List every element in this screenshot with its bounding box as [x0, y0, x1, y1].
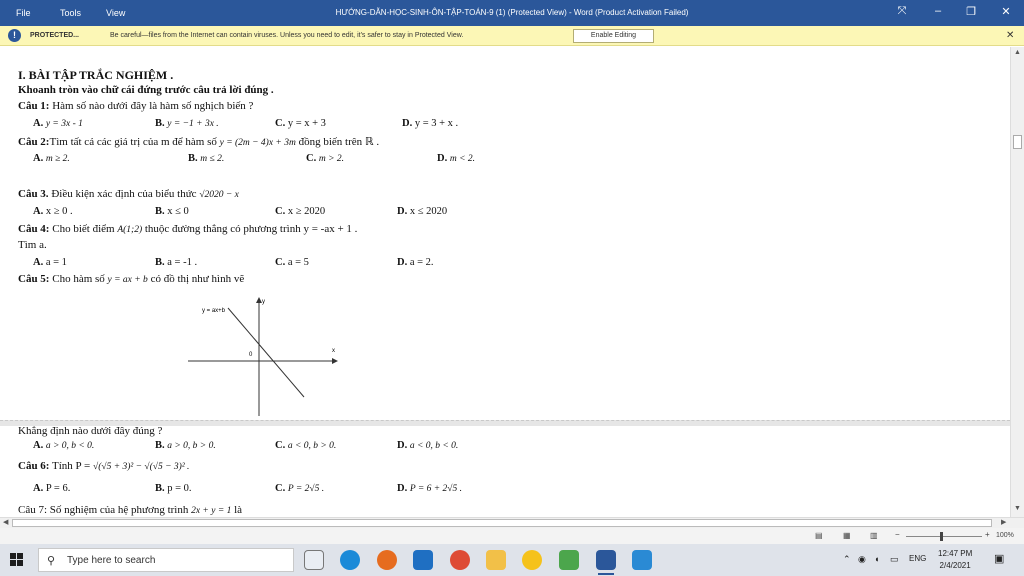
- q3-option-c: C. x ≥ 2020: [275, 206, 326, 217]
- q2-option-d: D. m < 2.: [437, 153, 475, 164]
- web-layout-icon[interactable]: ▥: [870, 531, 878, 540]
- windows-start-icon[interactable]: [10, 553, 24, 567]
- question-7: Câu 7: Số nghiệm của hệ phương trình 2x …: [18, 504, 243, 516]
- q1-option-a: A. y = 3x - 1: [33, 118, 83, 129]
- window-title: HƯỚNG-DẪN-HỌC-SINH-ÔN-TẬP-TOÁN-9 (1) (Pr…: [335, 8, 689, 17]
- question-3: Câu 3. Điều kiện xác định của biểu thức …: [18, 188, 239, 200]
- protected-label: PROTECTED...: [30, 32, 80, 39]
- instruction: Khoanh tròn vào chữ cái đứng trước câu t…: [18, 84, 274, 96]
- q4-option-b: B. a = -1 .: [155, 257, 198, 268]
- shield-icon: !: [8, 29, 21, 42]
- question-6: Câu 6: Tính P = √(√5 + 3)² − √(√5 − 3)² …: [18, 460, 190, 472]
- graph-y-label: y: [262, 299, 265, 305]
- close-bar-icon[interactable]: ✕: [1006, 30, 1014, 41]
- chrome-icon[interactable]: [450, 550, 470, 570]
- q1-option-b: B. y = −1 + 3x .: [155, 118, 219, 129]
- q1-option-d: D. y = 3 + x .: [402, 118, 459, 129]
- show-hidden-icons-icon[interactable]: ⌃: [843, 554, 851, 565]
- zoom-slider-knob[interactable]: [940, 532, 943, 541]
- chat-app-icon[interactable]: [522, 550, 542, 570]
- graph-x-label: x: [332, 348, 335, 354]
- photos-icon[interactable]: [632, 550, 652, 570]
- function-graph: y = ax+b x y 0: [188, 297, 338, 416]
- document-page[interactable]: I. BÀI TẬP TRẮC NGHIỆM . Khoanh tròn vào…: [0, 47, 1010, 517]
- scroll-left-icon[interactable]: ◀: [3, 518, 8, 526]
- q3-option-d: D. x ≤ 2020: [397, 206, 448, 217]
- clock-date: 2/4/2021: [939, 561, 971, 570]
- q2-option-c: C. m > 2.: [306, 153, 344, 164]
- q5-option-a: A. a > 0, b < 0.: [33, 440, 95, 451]
- edge-icon[interactable]: [340, 550, 360, 570]
- search-placeholder: Type here to search: [67, 555, 156, 566]
- mail-icon[interactable]: [413, 550, 433, 570]
- file-explorer-icon[interactable]: [486, 550, 506, 570]
- clock-time: 12:47 PM: [938, 549, 973, 558]
- q6-option-a: A. P = 6.: [33, 483, 71, 494]
- question-2: Câu 2:Tìm tất cả các giá trị của m để hà…: [18, 136, 380, 148]
- task-view-icon[interactable]: [304, 550, 324, 570]
- close-icon[interactable]: ✕: [997, 5, 1015, 18]
- q6-option-d: D. P = 6 + 2√5 .: [397, 483, 463, 494]
- scroll-down-icon[interactable]: ▼: [1014, 505, 1021, 512]
- graph-x-arrow: [332, 358, 338, 364]
- scroll-up-icon[interactable]: ▲: [1014, 49, 1021, 56]
- q4-option-d: D. a = 2.: [397, 257, 434, 268]
- print-layout-icon[interactable]: ▦: [843, 531, 851, 540]
- enable-editing-button[interactable]: Enable Editing: [573, 29, 654, 43]
- search-icon: ⚲: [47, 555, 56, 567]
- notifications-icon[interactable]: ▣: [994, 552, 1004, 565]
- zoom-slider[interactable]: [906, 536, 982, 537]
- zoom-in-icon[interactable]: +: [985, 530, 990, 539]
- protected-message: Be careful—files from the Internet can c…: [110, 32, 464, 39]
- vertical-scroll-thumb[interactable]: [1013, 135, 1022, 149]
- gallery-icon[interactable]: [559, 550, 579, 570]
- horizontal-scrollbar[interactable]: ◀ ▶: [0, 517, 1024, 528]
- q3-option-a: A. x ≥ 0 .: [33, 206, 73, 217]
- fullscreen-icon[interactable]: ⤧: [893, 5, 911, 18]
- question-5: Câu 5: Cho hàm số y = ax + b có đồ thị n…: [18, 273, 245, 285]
- firefox-icon[interactable]: [377, 550, 397, 570]
- q1-option-c: C. y = x + 3: [275, 118, 326, 129]
- restore-icon[interactable]: ❐: [962, 5, 980, 18]
- horizontal-scroll-thumb[interactable]: [12, 519, 992, 527]
- q3-option-b: B. x ≤ 0: [155, 206, 189, 217]
- q5-option-d: D. a < 0, b < 0.: [397, 440, 459, 451]
- question-1: Câu 1: Hàm số nào dưới đây là hàm số ngh…: [18, 100, 254, 112]
- question-5-prompt: Khẳng định nào dưới đây đúng ?: [18, 425, 163, 437]
- graph-line: [227, 307, 305, 398]
- minimize-icon[interactable]: –: [929, 5, 947, 17]
- q5-option-c: C. a < 0, b > 0.: [275, 440, 337, 451]
- section-heading: I. BÀI TẬP TRẮC NGHIỆM .: [18, 68, 174, 82]
- scroll-right-icon[interactable]: ▶: [1001, 518, 1006, 526]
- read-mode-icon[interactable]: ▤: [815, 531, 823, 540]
- language-indicator[interactable]: ENG: [909, 554, 926, 563]
- zoom-out-icon[interactable]: −: [895, 530, 900, 539]
- q2-option-a: A. m ≥ 2.: [33, 153, 70, 164]
- question-4-line2: Tìm a.: [18, 239, 47, 251]
- title-bar: File Tools View HƯỚNG-DẪN-HỌC-SINH-ÔN-TẬ…: [0, 0, 1024, 26]
- taskbar: ⚲ Type here to search ⌃ ◉ ◖ ▭ ENG 12:47 …: [0, 544, 1024, 576]
- q4-option-c: C. a = 5: [275, 257, 309, 268]
- q2-option-b: B. m ≤ 2.: [188, 153, 225, 164]
- q6-option-b: B. p = 0.: [155, 483, 192, 494]
- status-bar: ▤ ▦ ▥ − + 100%: [0, 528, 1024, 544]
- word-icon[interactable]: [596, 550, 616, 575]
- graph-origin-label: 0: [249, 352, 253, 358]
- system-clock[interactable]: 12:47 PM 2/4/2021: [938, 548, 972, 572]
- q4-option-a: A. a = 1: [33, 257, 67, 268]
- vertical-scrollbar[interactable]: ▲ ▼: [1010, 47, 1024, 517]
- protected-view-bar: ! PROTECTED... Be careful—files from the…: [0, 26, 1024, 46]
- q5-option-b: B. a > 0, b > 0.: [155, 440, 216, 451]
- graph-line-label: y = ax+b: [202, 308, 226, 314]
- network-icon[interactable]: ◉: [858, 554, 866, 565]
- battery-icon[interactable]: ▭: [890, 554, 899, 565]
- q6-option-c: C. P = 2√5 .: [275, 483, 325, 494]
- question-4: Câu 4: Cho biết điểm A(1;2) thuộc đường …: [18, 223, 358, 235]
- zoom-level[interactable]: 100%: [996, 532, 1014, 539]
- volume-icon[interactable]: ◖: [874, 554, 879, 564]
- taskbar-search-box[interactable]: ⚲ Type here to search: [38, 548, 294, 572]
